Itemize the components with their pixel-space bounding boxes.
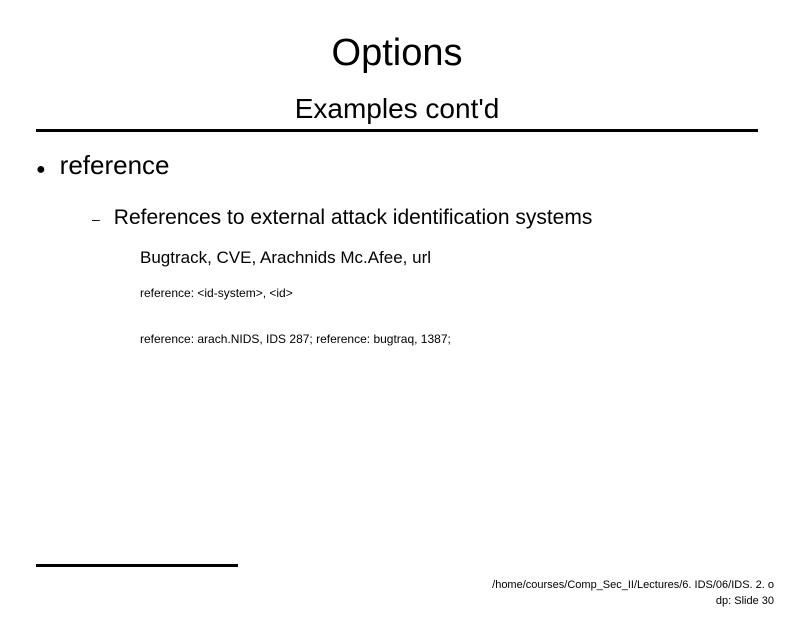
detail-line-2: reference: <id-system>, <id>	[140, 286, 758, 300]
slide-subtitle: Examples cont'd	[0, 93, 794, 129]
sub-bullet-label: References to external attack identifica…	[114, 206, 593, 230]
slide: Options Examples cont'd ● reference – Re…	[0, 32, 794, 627]
footer: /home/courses/Comp_Sec_II/Lectures/6. ID…	[492, 578, 774, 609]
footer-path: /home/courses/Comp_Sec_II/Lectures/6. ID…	[492, 578, 774, 593]
detail-line-1: Bugtrack, CVE, Arachnids Mc.Afee, url	[140, 248, 758, 268]
divider-top	[36, 129, 758, 132]
footer-slide-number: dp: Slide 30	[492, 594, 774, 609]
bullet-item: ● reference	[36, 150, 758, 181]
divider-bottom	[36, 564, 238, 567]
slide-title: Options	[0, 32, 794, 75]
bullet-label: reference	[60, 150, 170, 181]
bullet-disc-icon: ●	[36, 162, 46, 178]
content-area: ● reference – References to external att…	[36, 150, 758, 346]
sub-bullet-item: – References to external attack identifi…	[92, 205, 758, 230]
dash-icon: –	[92, 211, 100, 227]
detail-line-3: reference: arach.NIDS, IDS 287; referenc…	[140, 332, 758, 346]
